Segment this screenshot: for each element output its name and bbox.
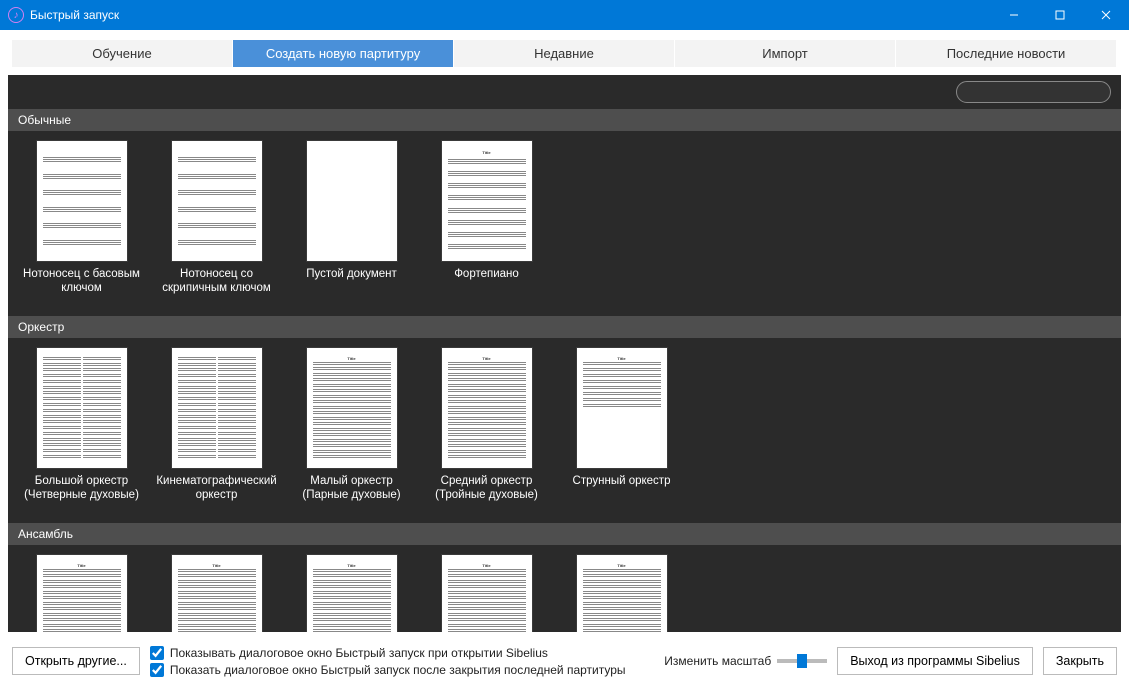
template-item[interactable]: Title Малый оркестр (Парные духовые) <box>284 348 419 503</box>
title-bar: ♪ Быстрый запуск <box>0 0 1129 30</box>
search-box[interactable] <box>956 81 1111 103</box>
template-item[interactable]: Кинематографический оркестр <box>149 348 284 503</box>
template-item[interactable]: Title Фортепиано <box>419 141 554 296</box>
tab-bar: ОбучениеСоздать новую партитуруНедавниеИ… <box>0 30 1129 67</box>
category-header: Ансамбль <box>8 523 1121 545</box>
template-thumbnail <box>172 141 262 261</box>
template-item[interactable]: Пустой документ <box>284 141 419 296</box>
template-item[interactable]: Большой оркестр (Четверные духовые) <box>14 348 149 503</box>
template-thumbnail <box>172 348 262 468</box>
template-label: Фортепиано <box>452 267 521 295</box>
search-input[interactable] <box>967 86 1109 98</box>
template-label: Нотоносец со скрипичным ключом <box>149 267 284 296</box>
template-thumbnail: Title <box>307 348 397 468</box>
tab-3[interactable]: Импорт <box>675 40 895 67</box>
tab-2[interactable]: Недавние <box>454 40 674 67</box>
check-show-on-open[interactable]: Показывать диалоговое окно Быстрый запус… <box>150 646 626 660</box>
template-label: Кинематографический оркестр <box>149 474 284 503</box>
template-item[interactable]: Нотоносец с басовым ключом <box>14 141 149 296</box>
tab-4[interactable]: Последние новости <box>896 40 1116 67</box>
tab-1[interactable]: Создать новую партитуру <box>233 40 453 67</box>
checkbox-show-after-close[interactable] <box>150 663 164 677</box>
zoom-slider[interactable] <box>777 659 827 663</box>
template-scroll[interactable]: ОбычныеНотоносец с басовым ключомНотонос… <box>8 109 1121 659</box>
zoom-label: Изменить масштаб <box>664 654 771 668</box>
template-label: Большой оркестр (Четверные духовые) <box>14 474 149 503</box>
check-show-on-open-label: Показывать диалоговое окно Быстрый запус… <box>170 646 548 660</box>
maximize-button[interactable] <box>1037 0 1083 30</box>
exit-button[interactable]: Выход из программы Sibelius <box>837 647 1033 675</box>
app-icon: ♪ <box>8 7 24 23</box>
category-header: Обычные <box>8 109 1121 131</box>
tab-0[interactable]: Обучение <box>12 40 232 67</box>
template-thumbnail: Title <box>577 348 667 468</box>
category-header: Оркестр <box>8 316 1121 338</box>
footer: Открыть другие... Показывать диалоговое … <box>0 632 1129 690</box>
open-other-button[interactable]: Открыть другие... <box>12 647 140 675</box>
template-label: Средний оркестр (Тройные духовые) <box>419 474 554 503</box>
template-thumbnail: Title <box>442 141 532 261</box>
category-items: Большой оркестр (Четверные духовые)Кинем… <box>8 338 1121 523</box>
close-window-button[interactable] <box>1083 0 1129 30</box>
template-thumbnail <box>37 141 127 261</box>
window-title: Быстрый запуск <box>30 8 119 22</box>
template-label: Нотоносец с басовым ключом <box>14 267 149 296</box>
template-thumbnail <box>307 141 397 261</box>
template-thumbnail <box>37 348 127 468</box>
content-area: ОбычныеНотоносец с басовым ключомНотонос… <box>8 75 1121 659</box>
template-label: Струнный оркестр <box>571 474 673 502</box>
template-label: Малый оркестр (Парные духовые) <box>284 474 419 503</box>
minimize-button[interactable] <box>991 0 1037 30</box>
template-item[interactable]: Title Струнный оркестр <box>554 348 689 503</box>
category-items: Нотоносец с басовым ключомНотоносец со с… <box>8 131 1121 316</box>
template-thumbnail: Title <box>442 348 532 468</box>
template-item[interactable]: Title Средний оркестр (Тройные духовые) <box>419 348 554 503</box>
template-label: Пустой документ <box>304 267 399 295</box>
check-show-after-close[interactable]: Показать диалоговое окно Быстрый запуск … <box>150 663 626 677</box>
check-show-after-close-label: Показать диалоговое окно Быстрый запуск … <box>170 663 626 677</box>
checkbox-show-on-open[interactable] <box>150 646 164 660</box>
template-item[interactable]: Нотоносец со скрипичным ключом <box>149 141 284 296</box>
close-button[interactable]: Закрыть <box>1043 647 1117 675</box>
